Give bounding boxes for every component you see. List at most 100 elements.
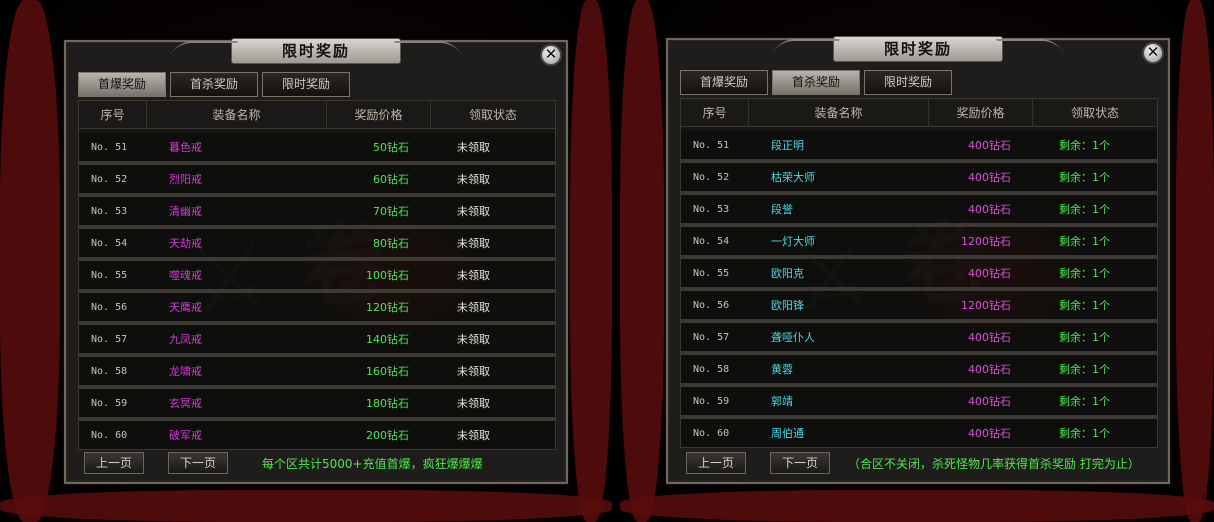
footer-bar: 上一页 下一页 （合区不关闭，杀死怪物几率获得首杀奖励 打完为止） — [686, 452, 1140, 474]
row-status: 未领取 — [457, 205, 490, 218]
row-number: No. 53 — [693, 203, 730, 215]
table-row[interactable]: No. 52 烈阳戒 60钻石 未领取 — [79, 165, 555, 197]
table-body: No. 51 暮色戒 50钻石 未领取 No. 52 烈阳戒 60钻石 未领取 No. 53 清幽… — [79, 129, 555, 449]
row-item-name: 欧阳克 — [771, 267, 804, 280]
row-price: 160钻石 — [366, 365, 409, 378]
row-status: 未领取 — [457, 365, 490, 378]
table-row[interactable]: No. 54 一灯大师 1200钻石 剩余：1个 — [681, 227, 1157, 259]
row-price: 400钻石 — [968, 171, 1011, 184]
next-page-button[interactable]: 下一页 — [168, 452, 228, 474]
row-item-name: 一灯大师 — [771, 235, 815, 248]
blood-border-bottom — [0, 490, 612, 522]
table-row[interactable]: No. 52 枯荣大师 400钻石 剩余：1个 — [681, 163, 1157, 195]
table-row[interactable]: No. 59 玄冥戒 180钻石 未领取 — [79, 389, 555, 421]
close-icon[interactable]: ✕ — [1142, 42, 1164, 64]
table-row[interactable]: No. 53 清幽戒 70钻石 未领取 — [79, 197, 555, 229]
table-row[interactable]: No. 57 聋哑仆人 400钻石 剩余：1个 — [681, 323, 1157, 355]
row-number: No. 51 — [693, 139, 730, 151]
row-status: 剩余：1个 — [1059, 427, 1110, 440]
tab-limited[interactable]: 限时奖励 — [864, 70, 952, 95]
row-price: 400钻石 — [968, 427, 1011, 440]
blood-border-right-bottom — [620, 490, 1214, 522]
table-row[interactable]: No. 58 黄蓉 400钻石 剩余：1个 — [681, 355, 1157, 387]
row-item-name: 段誉 — [771, 203, 793, 216]
row-item-name: 欧阳锋 — [771, 299, 804, 312]
header-status: 领取状态 — [468, 108, 517, 122]
reward-table: ⚔ 卷 序号 装备名称 奖励价格 领取状态 No. 51暮色戒50钻石未领取No… — [78, 100, 556, 450]
table-header: 序号 装备名称 奖励价格 领取状态 — [79, 101, 555, 129]
row-number: No. 56 — [91, 301, 128, 313]
close-icon[interactable]: ✕ — [540, 44, 562, 66]
table-row[interactable]: No. 57 九凤戒 140钻石 未领取 — [79, 325, 555, 357]
row-number: No. 57 — [91, 333, 128, 345]
tab-first-kill[interactable]: 首杀奖励 — [772, 70, 860, 95]
tab-bar: 首爆奖励 首杀奖励 限时奖励 — [78, 72, 350, 97]
row-status: 剩余：1个 — [1059, 235, 1110, 248]
row-number: No. 57 — [693, 331, 730, 343]
row-item-name: 周伯通 — [771, 427, 804, 440]
table-row[interactable]: No. 58 龙啸戒 160钻石 未领取 — [79, 357, 555, 389]
row-number: No. 51 — [91, 141, 128, 153]
row-number: No. 55 — [693, 267, 730, 279]
row-number: No. 55 — [91, 269, 128, 281]
table-row[interactable]: No. 55 欧阳克 400钻石 剩余：1个 — [681, 259, 1157, 291]
title-text: 限时奖励 — [281, 42, 350, 60]
row-status: 剩余：1个 — [1059, 139, 1110, 152]
header-price: 奖励价格 — [327, 101, 431, 128]
reward-window-right: 限时奖励 ✕ 首爆奖励 首杀奖励 限时奖励 ⚔ 卷 序号 装备名称 奖励价格 领… — [666, 36, 1170, 484]
table-row[interactable]: No. 56 天鹰戒 120钻石 未领取 — [79, 293, 555, 325]
row-number: No. 54 — [91, 237, 128, 249]
row-price: 50钻石 — [373, 141, 409, 154]
row-price: 1200钻石 — [961, 299, 1011, 312]
table-row[interactable]: No. 56 欧阳锋 1200钻石 剩余：1个 — [681, 291, 1157, 323]
row-price: 70钻石 — [373, 205, 409, 218]
table-row[interactable]: No. 55 噬魂戒 100钻石 未领取 — [79, 261, 555, 293]
prev-page-button[interactable]: 上一页 — [84, 452, 144, 474]
row-number: No. 59 — [91, 397, 128, 409]
row-status: 剩余：1个 — [1059, 299, 1110, 312]
row-price: 400钻石 — [968, 203, 1011, 216]
row-item-name: 段正明 — [771, 139, 804, 152]
window-title: 限时奖励 — [771, 36, 1065, 62]
row-price: 120钻石 — [366, 301, 409, 314]
tab-first-kill[interactable]: 首杀奖励 — [170, 72, 258, 97]
table-row[interactable]: No. 51 段正明 400钻石 剩余：1个 — [681, 131, 1157, 163]
table-row[interactable]: No. 51 暮色戒 50钻石 未领取 — [79, 133, 555, 165]
row-item-name: 聋哑仆人 — [771, 331, 815, 344]
table-body: No. 51 段正明 400钻石 剩余：1个 No. 52 枯荣大师 400钻石 剩余：1个 N… — [681, 127, 1157, 447]
table-row[interactable]: No. 60 周伯通 400钻石 剩余：1个 — [681, 419, 1157, 447]
table-row[interactable]: No. 54 天劫戒 80钻石 未领取 — [79, 229, 555, 261]
blood-border-right-a — [620, 0, 664, 522]
row-status: 未领取 — [457, 141, 490, 154]
header-name: 装备名称 — [147, 101, 327, 128]
row-price: 60钻石 — [373, 173, 409, 186]
title-ornament-left — [169, 41, 239, 55]
row-price: 80钻石 — [373, 237, 409, 250]
title-ornament-left — [771, 39, 841, 53]
table-row[interactable]: No. 59 郭靖 400钻石 剩余：1个 — [681, 387, 1157, 419]
window-title: 限时奖励 — [169, 38, 463, 64]
tab-bar: 首爆奖励 首杀奖励 限时奖励 — [680, 70, 952, 95]
row-number: No. 58 — [91, 365, 128, 377]
row-price: 200钻石 — [366, 429, 409, 442]
title-ornament-right — [393, 41, 463, 55]
row-status: 剩余：1个 — [1059, 203, 1110, 216]
row-item-name: 黄蓉 — [771, 363, 793, 376]
next-page-button[interactable]: 下一页 — [770, 452, 830, 474]
reward-table: ⚔ 卷 序号 装备名称 奖励价格 领取状态 No. 51段正明400钻石剩余：1… — [680, 98, 1158, 448]
row-number: No. 52 — [693, 171, 730, 183]
row-price: 400钻石 — [968, 139, 1011, 152]
tab-first-drop[interactable]: 首爆奖励 — [78, 72, 166, 97]
tab-limited[interactable]: 限时奖励 — [262, 72, 350, 97]
row-number: No. 60 — [91, 429, 128, 441]
reward-window-left: 限时奖励 ✕ 首爆奖励 首杀奖励 限时奖励 ⚔ 卷 序号 装备名称 奖励价格 领… — [64, 38, 568, 484]
table-row[interactable]: No. 60 破军戒 200钻石 未领取 — [79, 421, 555, 449]
row-item-name: 九凤戒 — [169, 333, 202, 346]
tab-first-drop[interactable]: 首爆奖励 — [680, 70, 768, 95]
row-number: No. 58 — [693, 363, 730, 375]
row-number: No. 52 — [91, 173, 128, 185]
table-row[interactable]: No. 53 段誉 400钻石 剩余：1个 — [681, 195, 1157, 227]
prev-page-button[interactable]: 上一页 — [686, 452, 746, 474]
row-item-name: 破军戒 — [169, 429, 202, 442]
blood-border-mid — [570, 0, 612, 522]
